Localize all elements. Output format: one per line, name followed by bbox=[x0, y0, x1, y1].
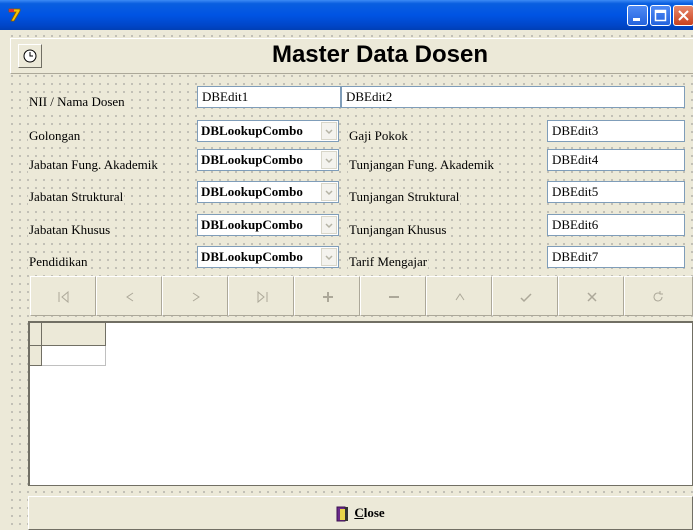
chevron-down-icon[interactable] bbox=[321, 248, 337, 266]
edit-icon bbox=[455, 293, 465, 301]
jabatan-struktural-combo-text: DBLookupCombo bbox=[201, 184, 303, 199]
tarif-mengajar-edit[interactable]: DBEdit7 bbox=[547, 246, 685, 268]
minimize-icon bbox=[633, 18, 640, 21]
delphi-app-icon[interactable] bbox=[7, 7, 23, 23]
nav-prior-button[interactable] bbox=[96, 276, 162, 316]
page-title: Master Data Dosen bbox=[271, 41, 489, 68]
label-golongan: Golongan bbox=[28, 128, 82, 144]
tunjangan-khusus-edit[interactable]: DBEdit6 bbox=[547, 214, 685, 236]
jabatan-struktural-combo[interactable]: DBLookupCombo bbox=[197, 181, 339, 203]
golongan-combo-text: DBLookupCombo bbox=[201, 123, 303, 138]
nav-cancel-button[interactable] bbox=[558, 276, 624, 316]
label-tunjangan-fung-akademik: Tunjangan Fung. Akademik bbox=[348, 157, 496, 173]
post-icon bbox=[520, 293, 532, 303]
pendidikan-combo[interactable]: DBLookupCombo bbox=[197, 246, 339, 268]
label-nii-nama-dosen: NII / Nama Dosen bbox=[28, 94, 126, 110]
prior-icon bbox=[126, 292, 134, 302]
nav-first-button[interactable] bbox=[30, 276, 96, 316]
maximize-icon bbox=[654, 9, 667, 22]
nav-edit-button[interactable] bbox=[426, 276, 492, 316]
cancel-icon bbox=[587, 292, 597, 302]
pendidikan-combo-text: DBLookupCombo bbox=[201, 249, 303, 264]
first-icon bbox=[58, 290, 69, 304]
jabatan-khusus-combo-text: DBLookupCombo bbox=[201, 217, 303, 232]
golongan-combo[interactable]: DBLookupCombo bbox=[197, 120, 339, 142]
nav-refresh-button[interactable] bbox=[624, 276, 693, 316]
jabatan-fung-akademik-combo-text: DBLookupCombo bbox=[201, 152, 303, 167]
chevron-down-icon[interactable] bbox=[321, 122, 337, 140]
nav-insert-button[interactable] bbox=[294, 276, 360, 316]
grid-corner-cell bbox=[30, 323, 42, 346]
db-navigator bbox=[30, 276, 693, 316]
title-bar[interactable] bbox=[0, 0, 693, 30]
label-jabatan-struktural: Jabatan Struktural bbox=[28, 189, 125, 205]
chevron-down-icon[interactable] bbox=[321, 151, 337, 169]
nav-post-button[interactable] bbox=[492, 276, 558, 316]
minimize-button[interactable] bbox=[627, 5, 648, 26]
label-jabatan-khusus: Jabatan Khusus bbox=[28, 222, 112, 238]
close-label: lose bbox=[363, 505, 385, 520]
label-tunjangan-khusus: Tunjangan Khusus bbox=[348, 222, 448, 238]
tunjangan-fung-akademik-edit[interactable]: DBEdit4 bbox=[547, 149, 685, 171]
close-label-accelerator: C bbox=[354, 505, 364, 520]
nav-last-button[interactable] bbox=[228, 276, 294, 316]
maximize-button[interactable] bbox=[650, 5, 671, 26]
nii-edit[interactable]: DBEdit1 bbox=[197, 86, 341, 108]
gaji-pokok-edit[interactable]: DBEdit3 bbox=[547, 120, 685, 142]
tunjangan-struktural-edit[interactable]: DBEdit5 bbox=[547, 181, 685, 203]
clock-icon bbox=[23, 49, 37, 63]
clock-button[interactable] bbox=[18, 44, 42, 68]
jabatan-fung-akademik-combo[interactable]: DBLookupCombo bbox=[197, 149, 339, 171]
label-jabatan-fung-akademik: Jabatan Fung. Akademik bbox=[28, 157, 159, 173]
nav-delete-button[interactable] bbox=[360, 276, 426, 316]
label-tunjangan-struktural: Tunjangan Struktural bbox=[348, 189, 461, 205]
jabatan-khusus-combo[interactable]: DBLookupCombo bbox=[197, 214, 339, 236]
nav-next-button[interactable] bbox=[162, 276, 228, 316]
insert-icon bbox=[323, 292, 333, 302]
grid-row-indicator[interactable] bbox=[30, 346, 42, 366]
label-pendidikan: Pendidikan bbox=[28, 254, 89, 270]
next-icon bbox=[192, 292, 200, 302]
refresh-icon bbox=[653, 291, 663, 302]
data-grid[interactable] bbox=[28, 321, 693, 486]
label-gaji-pokok: Gaji Pokok bbox=[348, 128, 409, 144]
delete-icon bbox=[389, 296, 399, 298]
close-window-button[interactable] bbox=[673, 5, 693, 26]
chevron-down-icon[interactable] bbox=[321, 216, 337, 234]
label-tarif-mengajar: Tarif Mengajar bbox=[348, 254, 429, 270]
close-button[interactable]: Close bbox=[28, 496, 693, 530]
last-icon bbox=[257, 290, 268, 304]
grid-cell[interactable] bbox=[42, 346, 106, 366]
grid-column-header[interactable] bbox=[42, 323, 106, 346]
chevron-down-icon[interactable] bbox=[321, 183, 337, 201]
main-window: Master Data Dosen NII / Nama Dosen DBEdi… bbox=[0, 0, 693, 530]
door-exit-icon bbox=[336, 506, 349, 522]
close-icon bbox=[678, 10, 689, 21]
nama-dosen-edit[interactable]: DBEdit2 bbox=[341, 86, 685, 108]
